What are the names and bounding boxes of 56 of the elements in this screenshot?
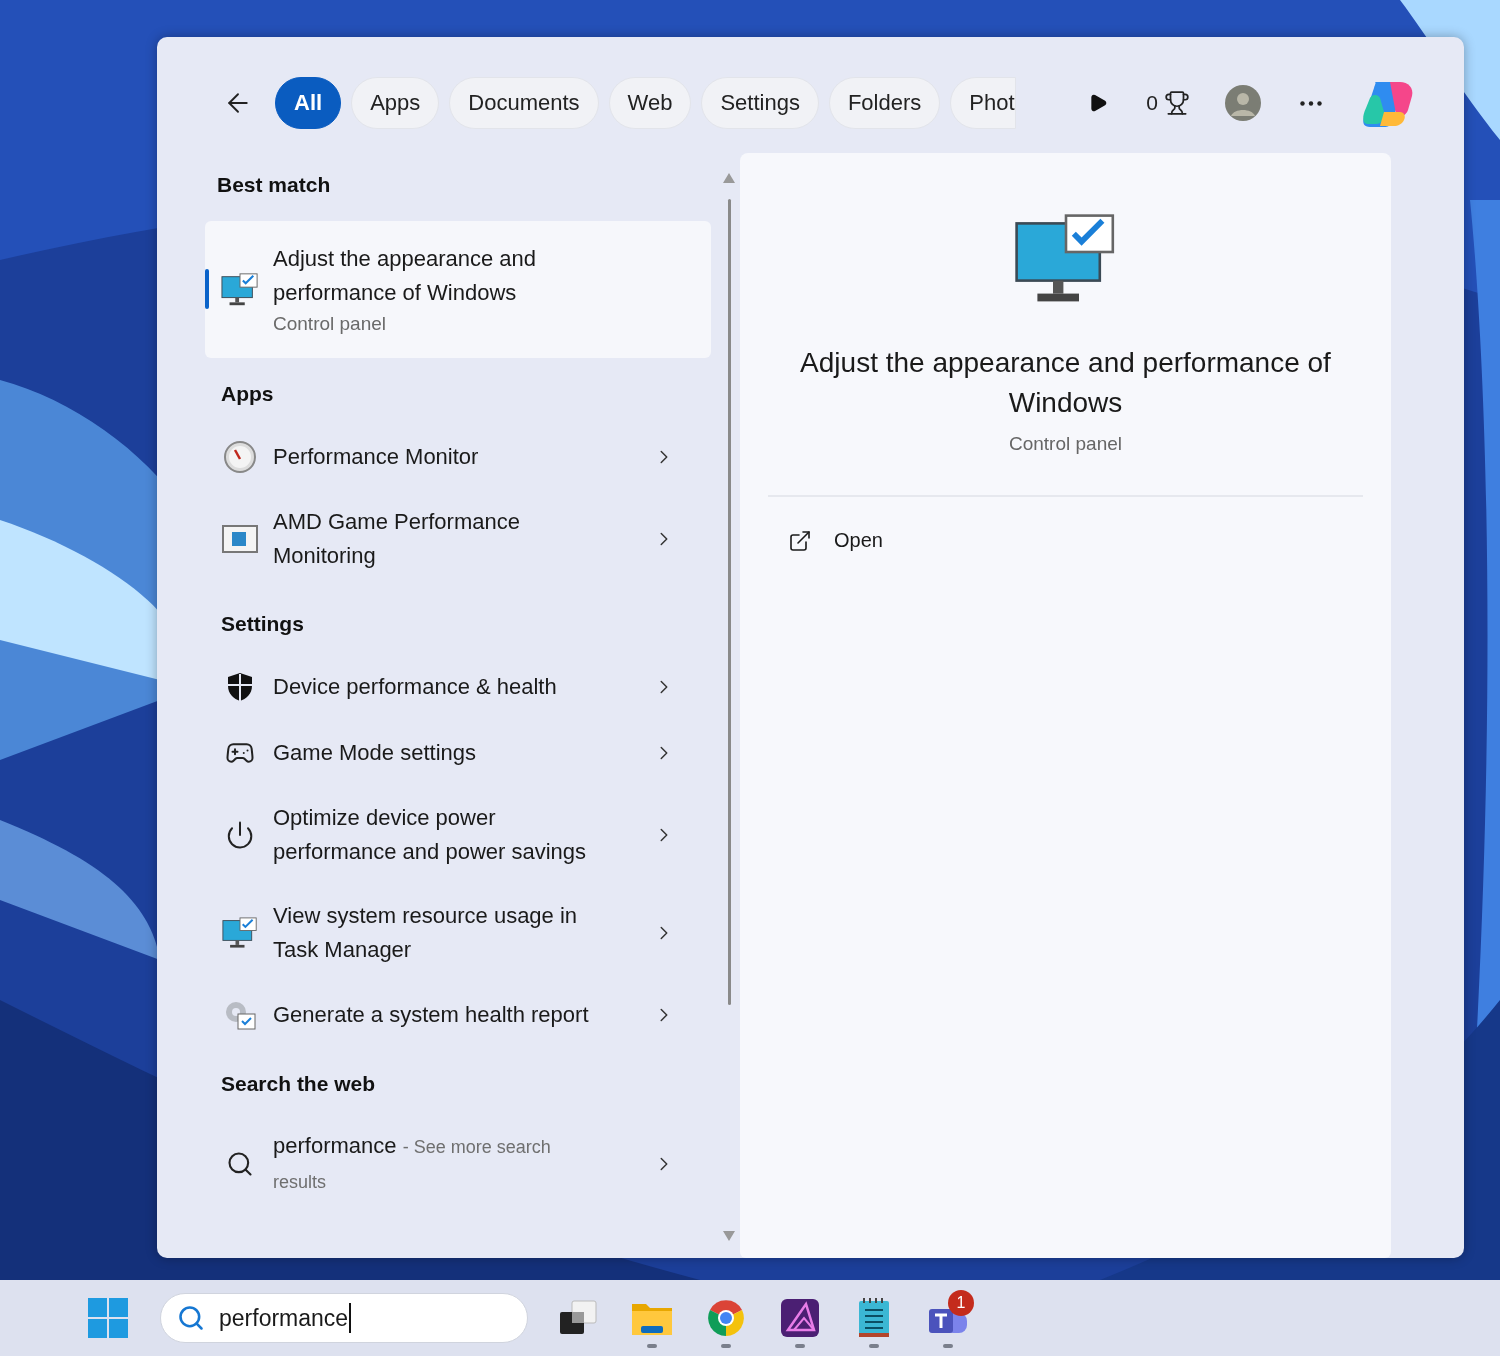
shield-icon [226, 672, 254, 702]
start-icon[interactable] [88, 1298, 128, 1338]
search-result[interactable]: Generate a system health report [205, 982, 712, 1048]
result-title: Optimize device power performance and power savings [273, 804, 588, 866]
search-result[interactable]: performance - See more search results [205, 1114, 712, 1214]
section-heading: Search the web [220, 1071, 377, 1097]
window-icon [222, 525, 258, 553]
chrome-icon [706, 1298, 746, 1338]
filter-tab[interactable]: Settings [701, 77, 819, 129]
search-result[interactable]: Device performance & health [205, 654, 712, 720]
best-match-result[interactable]: Adjust the appearance and performance of Windows Control panel [205, 221, 712, 358]
notification-badge: 1 [948, 1290, 974, 1316]
preview-title: Adjust the appearance and performance of Windows [799, 345, 1332, 420]
search-icon [226, 1150, 254, 1178]
filter-tab[interactable]: Phot [950, 77, 1016, 129]
search-field[interactable]: performance [160, 1293, 528, 1343]
power-icon [225, 820, 255, 850]
filter-tab[interactable]: Web [608, 77, 692, 129]
filter-tab[interactable]: Documents [449, 77, 599, 129]
result-title: Game Mode settings [273, 739, 477, 767]
monitor-check-icon [221, 271, 259, 308]
filter-tab[interactable]: Apps [351, 77, 440, 129]
web-result-text: performance - See more search results [273, 1132, 552, 1194]
filter-tab[interactable]: Folders [828, 77, 941, 129]
section-heading: Apps [220, 381, 275, 407]
search-result[interactable]: Optimize device power performance and power savings [205, 786, 712, 884]
notepad-icon [857, 1297, 891, 1339]
search-result[interactable]: Performance Monitor [205, 424, 712, 490]
taskbar-app[interactable]: 1 [922, 1288, 974, 1348]
result-title: Adjust the appearance and performance of Windows [273, 244, 537, 307]
search-result[interactable]: View system resource usage in Task Manager [205, 884, 712, 982]
search-icon [177, 1304, 205, 1332]
result-subtitle: Control panel [273, 311, 388, 336]
external-link-icon [788, 528, 812, 553]
task-view-icon [558, 1300, 598, 1336]
preview-subtitle: Control panel [1009, 432, 1122, 455]
triangle-app-icon [780, 1298, 820, 1338]
result-title: Performance Monitor [273, 443, 480, 471]
search-result[interactable]: AMD Game Performance Monitoring [205, 490, 712, 588]
gauge-icon [223, 440, 257, 474]
section-heading: Best match [216, 172, 332, 198]
gear-report-icon [223, 999, 257, 1031]
filter-tab[interactable]: All [275, 77, 342, 129]
open-action[interactable]: Open [768, 520, 903, 561]
more-icon [1300, 100, 1322, 106]
monitor-check-icon [222, 916, 258, 950]
result-title: Device performance & health [273, 673, 558, 701]
search-result[interactable]: Game Mode settings [205, 720, 712, 786]
rewards-count: 0 [1146, 91, 1158, 115]
trophy-icon[interactable] [1164, 90, 1190, 116]
result-title: Generate a system health report [273, 1001, 590, 1029]
result-title: View system resource usage in Task Manager [273, 902, 579, 964]
section-heading: Settings [220, 611, 305, 637]
play-icon [1088, 93, 1109, 113]
result-title: AMD Game Performance Monitoring [273, 508, 521, 570]
avatar[interactable] [1224, 84, 1262, 122]
